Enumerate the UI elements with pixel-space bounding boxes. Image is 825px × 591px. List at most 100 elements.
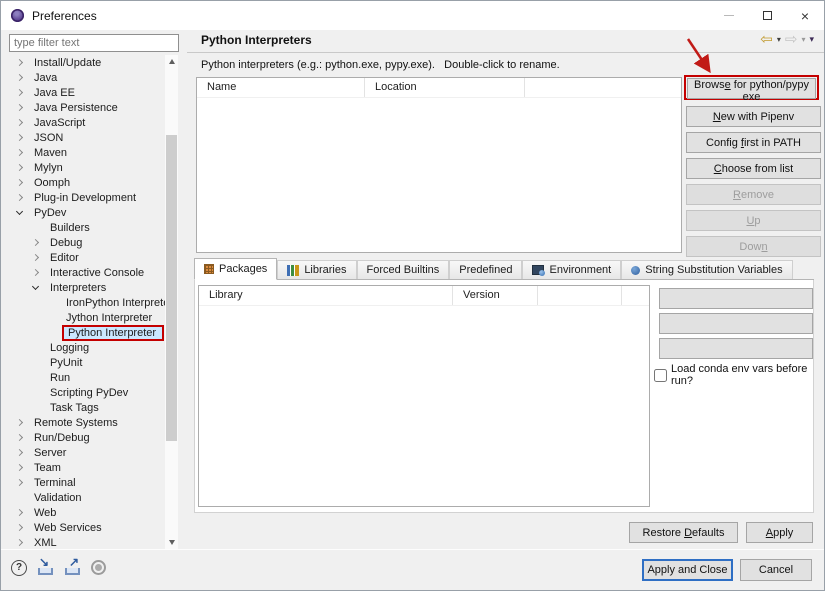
interpreters-table[interactable]: Name Location (196, 77, 682, 253)
expander-icon[interactable] (16, 434, 23, 441)
expander-icon[interactable] (16, 104, 23, 111)
expander-icon[interactable] (16, 449, 23, 456)
tree-item[interactable]: Maven (9, 145, 165, 160)
manage-button[interactable] (659, 288, 813, 309)
back-arrow-icon[interactable]: ⇦ (760, 32, 773, 47)
sidebar-scrollbar[interactable] (165, 55, 178, 549)
tab[interactable]: Libraries (277, 260, 356, 279)
expander-icon[interactable] (32, 283, 39, 290)
tab[interactable]: Predefined (449, 260, 522, 279)
tree-item[interactable]: Task Tags (9, 400, 165, 415)
expander-icon[interactable] (16, 89, 23, 96)
tab[interactable]: Environment (522, 260, 621, 279)
scrollbar-thumb[interactable] (166, 135, 177, 441)
expander-icon[interactable] (32, 269, 39, 276)
tree-item[interactable]: Logging (9, 340, 165, 355)
expander-icon[interactable] (16, 74, 23, 81)
tree-item[interactable]: Install/Update (9, 55, 165, 70)
side-button[interactable]: Config first in PATH (686, 132, 821, 153)
tree-item[interactable]: Java Persistence (9, 100, 165, 115)
tree-item[interactable]: Java EE (9, 85, 165, 100)
view-menu-icon[interactable]: ▾ (809, 34, 814, 45)
tree-item[interactable]: Server (9, 445, 165, 460)
expander-icon[interactable] (16, 119, 23, 126)
side-button[interactable]: New with Pipenv (686, 106, 821, 127)
tree-item[interactable]: Debug (9, 235, 165, 250)
forward-arrow-icon[interactable]: ⇨ (785, 32, 798, 47)
side-button[interactable]: Browse for python/pypy exe (687, 78, 816, 99)
tree-item[interactable]: Mylyn (9, 160, 165, 175)
expander-icon[interactable] (16, 164, 23, 171)
scroll-down-icon[interactable] (165, 536, 178, 549)
tab[interactable]: String Substitution Variables (621, 260, 792, 279)
expander-icon[interactable] (16, 419, 23, 426)
tree-item[interactable]: Remote Systems (9, 415, 165, 430)
tree-item[interactable]: Run (9, 370, 165, 385)
tab[interactable]: Packages (194, 258, 277, 280)
minimize-button[interactable] (710, 1, 748, 30)
expander-icon[interactable] (16, 464, 23, 471)
tree-item[interactable]: Web (9, 505, 165, 520)
maximize-button[interactable] (748, 1, 786, 30)
forward-dropdown-icon[interactable]: ▾ (801, 35, 805, 44)
restore-defaults-button[interactable]: Restore Defaults (629, 522, 738, 543)
tree-item[interactable]: Builders (9, 220, 165, 235)
manage-button[interactable] (659, 313, 813, 334)
tree-item[interactable]: XML (9, 535, 165, 549)
tree-item[interactable]: Interpreters (9, 280, 165, 295)
close-button[interactable]: × (786, 1, 824, 30)
export-preferences-icon[interactable]: ↗ (64, 559, 81, 576)
expander-icon[interactable] (32, 239, 39, 246)
expander-icon[interactable] (16, 59, 23, 66)
side-button[interactable]: Choose from list (686, 158, 821, 179)
tree-item[interactable]: JSON (9, 130, 165, 145)
expander-icon[interactable] (16, 149, 23, 156)
column-header-library[interactable]: Library (199, 286, 453, 305)
tree-item[interactable]: Plug-in Development (9, 190, 165, 205)
tree-item[interactable]: Python Interpreter (9, 325, 165, 340)
side-button[interactable]: Down (686, 236, 821, 257)
expander-icon[interactable] (16, 179, 23, 186)
tree-item[interactable]: Java (9, 70, 165, 85)
expander-icon[interactable] (16, 509, 23, 516)
expander-icon[interactable] (16, 524, 23, 531)
tree-item[interactable]: Interactive Console (9, 265, 165, 280)
column-header-name[interactable]: Name (197, 78, 365, 97)
tree-item[interactable]: Editor (9, 250, 165, 265)
expander-icon[interactable] (16, 194, 23, 201)
cancel-button[interactable]: Cancel (740, 559, 812, 581)
tree-item[interactable]: Oomph (9, 175, 165, 190)
tree-item[interactable]: Jython Interpreter (9, 310, 165, 325)
scroll-up-icon[interactable] (165, 55, 178, 68)
help-icon[interactable]: ? (11, 560, 27, 576)
tree-item[interactable]: PyUnit (9, 355, 165, 370)
tree-item[interactable]: Terminal (9, 475, 165, 490)
tree-item[interactable]: Team (9, 460, 165, 475)
column-header-location[interactable]: Location (365, 78, 525, 97)
preference-recorder-icon[interactable] (91, 560, 106, 575)
tree-item[interactable]: IronPython Interpreter (9, 295, 165, 310)
packages-table[interactable]: Library Version (198, 285, 650, 507)
tree-item[interactable]: Run/Debug (9, 430, 165, 445)
expander-icon[interactable] (16, 134, 23, 141)
tree-item[interactable]: Scripting PyDev (9, 385, 165, 400)
tree-item[interactable]: PyDev (9, 205, 165, 220)
column-header-version[interactable]: Version (453, 286, 538, 305)
tree-item[interactable]: Validation (9, 490, 165, 505)
conda-env-checkbox[interactable] (654, 369, 667, 382)
back-dropdown-icon[interactable]: ▾ (777, 35, 781, 44)
expander-icon[interactable] (16, 208, 23, 215)
expander-icon[interactable] (32, 254, 39, 261)
side-button[interactable]: Remove (686, 184, 821, 205)
tab[interactable]: Forced Builtins (357, 260, 450, 279)
manage-button[interactable] (659, 338, 813, 359)
filter-input[interactable] (9, 34, 179, 52)
apply-button[interactable]: Apply (746, 522, 813, 543)
side-button[interactable]: Up (686, 210, 821, 231)
import-preferences-icon[interactable]: ↘ (37, 559, 54, 576)
tree-item[interactable]: JavaScript (9, 115, 165, 130)
expander-icon[interactable] (16, 479, 23, 486)
expander-icon[interactable] (16, 539, 23, 546)
apply-and-close-button[interactable]: Apply and Close (642, 559, 733, 581)
tree-item[interactable]: Web Services (9, 520, 165, 535)
